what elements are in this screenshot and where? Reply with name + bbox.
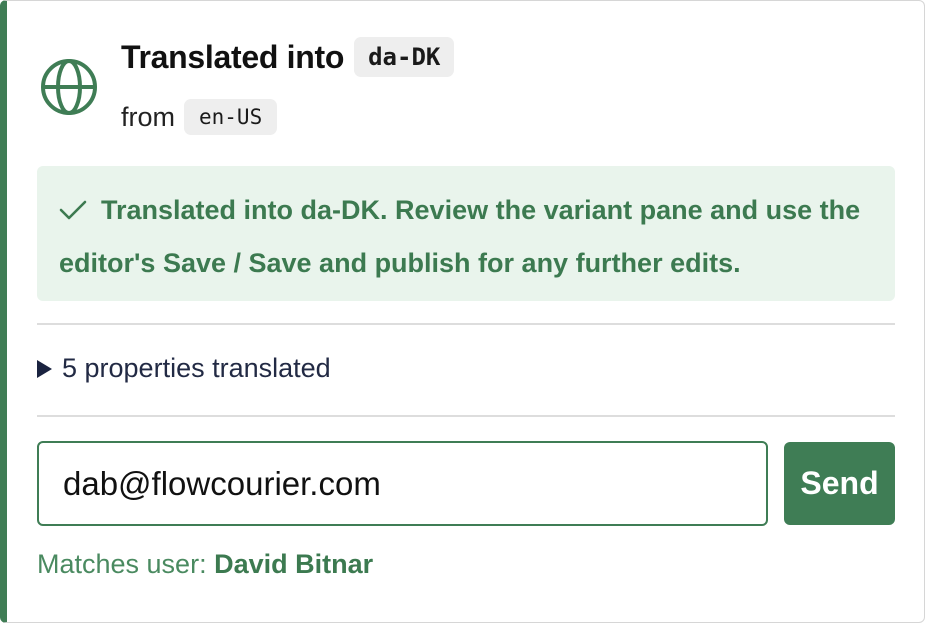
matched-user-text: Matches user: David Bitnar <box>37 549 373 580</box>
success-message-text: Translated into da-DK. Review the varian… <box>59 195 861 278</box>
target-locale-badge: da-DK <box>354 37 455 77</box>
from-label: from <box>121 101 175 132</box>
matches-label: Matches user: <box>37 549 207 579</box>
page-title: Translated into <box>121 38 345 75</box>
disclosure-triangle-icon <box>37 359 52 378</box>
send-button[interactable]: Send <box>784 442 895 525</box>
source-locale-badge: en-US <box>184 99 278 135</box>
divider <box>37 415 895 417</box>
translated-properties-summary: 5 properties translated <box>62 353 331 383</box>
source-row: from en-US <box>121 99 278 135</box>
translation-result-card: Translated into da-DK from en-US Transla… <box>0 0 925 623</box>
globe-icon <box>41 59 97 115</box>
title-row: Translated into da-DK <box>121 37 455 77</box>
email-input[interactable] <box>37 441 768 526</box>
success-message-box: Translated into da-DK. Review the varian… <box>37 166 895 301</box>
checkmark-icon <box>59 200 87 220</box>
matched-user-name: David Bitnar <box>214 549 374 579</box>
divider <box>37 323 895 325</box>
translated-properties-toggle[interactable]: 5 properties translated <box>37 353 331 384</box>
translation-header: Translated into da-DK from en-US <box>39 37 894 137</box>
